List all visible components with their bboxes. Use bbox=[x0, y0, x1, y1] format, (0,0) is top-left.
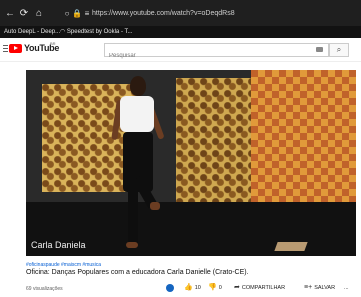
search-box[interactable] bbox=[104, 43, 329, 62]
search-button[interactable]: ⌕ bbox=[329, 43, 349, 57]
dislike-button[interactable]: 👎 0 bbox=[208, 283, 222, 293]
region-code: BR bbox=[50, 41, 56, 46]
address-bar[interactable]: https://www.youtube.com/watch?v=oDeqdRs8 bbox=[92, 7, 356, 21]
video-board bbox=[274, 242, 308, 251]
browser-toolbar: ← ⟳ ⌂ ○ 🔒 ≡ https://www.youtube.com/watc… bbox=[0, 0, 361, 26]
speedtest-icon: ◠ bbox=[60, 29, 67, 35]
view-count: 69 visualizações bbox=[26, 286, 63, 292]
more-icon: ... bbox=[344, 285, 349, 291]
youtube-header: YouTube BR ⌕ bbox=[0, 38, 361, 62]
like-button[interactable]: 👍 10 bbox=[184, 283, 201, 293]
thumbs-down-icon: 👎 bbox=[208, 284, 217, 291]
thumbs-up-icon: 👍 bbox=[184, 284, 193, 291]
home-icon[interactable]: ⌂ bbox=[33, 8, 45, 20]
like-count: 10 bbox=[194, 285, 201, 291]
menu-icon[interactable] bbox=[3, 45, 8, 53]
lock-icon[interactable]: 🔒 bbox=[72, 7, 82, 21]
share-label: COMPARTILHAR bbox=[241, 285, 286, 291]
video-player[interactable]: Carla Daniela bbox=[26, 70, 356, 256]
share-button[interactable]: ➦ COMPARTILHAR bbox=[234, 283, 285, 293]
share-icon: ➦ bbox=[234, 284, 240, 291]
bookmark-item[interactable]: Auto DeepL - Deep... bbox=[4, 26, 60, 38]
permissions-icon[interactable]: ≡ bbox=[82, 7, 92, 21]
bookmarks-bar: Auto DeepL - Deep... ◠ Speedtest by Ookl… bbox=[0, 26, 361, 38]
more-actions-button[interactable]: ... bbox=[344, 283, 349, 293]
keyboard-icon[interactable] bbox=[316, 47, 323, 52]
video-title: Oficina: Danças Populares com a educador… bbox=[26, 269, 249, 276]
youtube-logo-icon[interactable] bbox=[9, 44, 22, 53]
save-button[interactable]: ≡+ SALVAR bbox=[304, 283, 335, 293]
bookmark-label: Speedtest by Ookla - T... bbox=[66, 29, 133, 35]
save-label: SALVAR bbox=[314, 285, 336, 291]
search-input[interactable] bbox=[105, 50, 328, 62]
channel-badge-icon[interactable] bbox=[166, 284, 174, 292]
save-playlist-icon: ≡+ bbox=[304, 284, 313, 291]
reload-icon[interactable]: ⟳ bbox=[18, 8, 30, 20]
back-icon[interactable]: ← bbox=[4, 8, 16, 20]
dancer-figure bbox=[106, 76, 166, 252]
dislike-count: 0 bbox=[218, 285, 222, 291]
video-overlay-caption: Carla Daniela bbox=[31, 240, 86, 250]
bookmark-item[interactable]: ◠ Speedtest by Ookla - T... bbox=[60, 26, 133, 38]
search-icon: ⌕ bbox=[336, 45, 342, 54]
shield-icon[interactable]: ○ bbox=[62, 7, 72, 21]
video-hashtags[interactable]: #oficinaspaude #maiscm #musica bbox=[26, 262, 101, 268]
